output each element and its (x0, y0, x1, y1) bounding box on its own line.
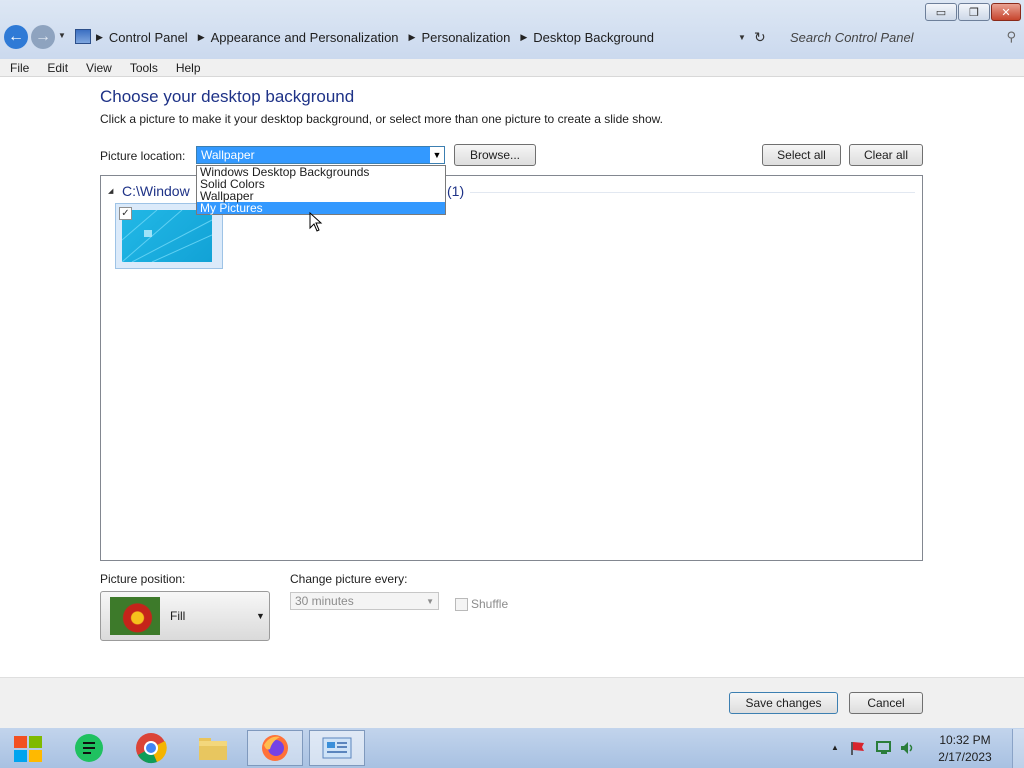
collapse-group-icon[interactable]: ◢ (108, 187, 113, 195)
taskbar-control-panel[interactable] (309, 730, 365, 766)
picture-location-value: Wallpaper (201, 148, 255, 162)
group-divider (470, 192, 915, 193)
minimize-button[interactable]: ▭ (925, 3, 957, 21)
browse-button[interactable]: Browse... (454, 144, 536, 166)
maximize-icon: ❐ (969, 6, 979, 19)
back-arrow-icon: ← (8, 28, 24, 45)
breadcrumb-separator-icon: ▶ (408, 31, 416, 42)
picture-position-label: Picture position: (100, 572, 186, 586)
page-subtitle: Click a picture to make it your desktop … (100, 112, 663, 126)
picture-location-select[interactable]: Wallpaper ▼ (196, 146, 445, 164)
show-hidden-icons-icon[interactable]: ▲ (831, 743, 839, 752)
clock-date[interactable]: 2/17/2023 (926, 750, 1004, 764)
select-all-button[interactable]: Select all (762, 144, 841, 166)
change-interval-value: 30 minutes (295, 594, 354, 608)
forward-button[interactable]: → (31, 25, 55, 49)
start-button[interactable] (0, 730, 56, 766)
start-icon (14, 736, 42, 762)
control-panel-icon (322, 737, 352, 759)
refresh-icon[interactable]: ↻ (754, 29, 766, 46)
taskbar-firefox[interactable] (247, 730, 303, 766)
taskbar-file-explorer[interactable] (185, 730, 241, 766)
picture-position-value: Fill (170, 609, 186, 623)
shuffle-checkbox (455, 598, 468, 611)
taskbar-sheets[interactable] (61, 730, 117, 766)
close-button[interactable]: ✕ (991, 3, 1021, 21)
breadcrumb-control-panel[interactable]: Control Panel (109, 30, 188, 45)
menu-help[interactable]: Help (166, 61, 209, 75)
recent-pages-chevron-icon[interactable]: ▼ (58, 31, 66, 40)
taskbar-chrome[interactable] (123, 730, 179, 766)
address-bar[interactable]: ▶ Control Panel ▶ Appearance and Persona… (92, 26, 748, 48)
firefox-icon (262, 735, 288, 761)
breadcrumb-desktop-background[interactable]: Desktop Background (533, 30, 654, 45)
mouse-cursor-icon (309, 211, 323, 235)
menu-bar: File Edit View Tools Help (0, 59, 1024, 77)
clear-all-button[interactable]: Clear all (849, 144, 923, 166)
page-title: Choose your desktop background (100, 87, 355, 106)
minimize-icon: ▭ (935, 6, 947, 19)
close-icon: ✕ (1001, 6, 1011, 19)
action-center-flag-icon[interactable] (850, 740, 866, 759)
clock-time[interactable]: 10:32 PM (926, 733, 1004, 747)
breadcrumb-appearance[interactable]: Appearance and Personalization (211, 30, 399, 45)
maximize-button[interactable]: ❐ (958, 3, 990, 21)
picture-gallery (100, 175, 923, 561)
back-button[interactable]: ← (4, 25, 28, 49)
wallpaper-lines-icon (122, 210, 212, 262)
search-placeholder: Search Control Panel (790, 29, 914, 45)
cancel-button[interactable]: Cancel (849, 692, 923, 714)
breadcrumb-separator-icon: ▶ (96, 31, 103, 42)
search-icon: ⚲ (1006, 29, 1016, 44)
shuffle-label: Shuffle (471, 597, 509, 611)
breadcrumb-separator-icon: ▶ (520, 31, 528, 42)
forward-arrow-icon: → (35, 28, 51, 45)
chevron-down-icon: ▼ (426, 596, 434, 606)
chevron-down-icon[interactable]: ▼ (430, 147, 444, 163)
save-changes-button[interactable]: Save changes (729, 692, 838, 714)
menu-edit[interactable]: Edit (37, 61, 76, 75)
group-header-path[interactable]: C:\Window (122, 183, 190, 199)
menu-file[interactable]: File (0, 61, 37, 75)
picture-position-preview-icon (110, 597, 160, 635)
control-panel-icon (75, 29, 91, 44)
sheets-icon (75, 734, 103, 762)
wallpaper-preview-image[interactable] (122, 210, 212, 262)
change-picture-label: Change picture every: (290, 572, 408, 586)
breadcrumb-separator-icon: ▶ (197, 31, 205, 42)
breadcrumb-personalization[interactable]: Personalization (421, 30, 510, 45)
thumbnail-checkbox[interactable]: ✓ (119, 207, 132, 220)
chevron-down-icon[interactable]: ▼ (256, 611, 265, 621)
menu-view[interactable]: View (76, 61, 120, 75)
picture-location-dropdown: Windows Desktop Backgrounds Solid Colors… (196, 165, 446, 215)
volume-icon[interactable] (899, 740, 915, 759)
show-desktop-button[interactable] (1012, 729, 1024, 768)
search-input[interactable]: Search Control Panel ⚲ (784, 26, 1020, 48)
address-dropdown-icon[interactable]: ▼ (738, 33, 746, 42)
file-explorer-icon (199, 738, 227, 760)
menu-tools[interactable]: Tools (120, 61, 166, 75)
change-interval-select: 30 minutes ▼ (290, 592, 439, 610)
picture-location-label: Picture location: (100, 149, 186, 163)
group-count: (1) (447, 183, 465, 199)
chrome-icon (136, 733, 167, 764)
network-icon[interactable] (875, 740, 893, 759)
